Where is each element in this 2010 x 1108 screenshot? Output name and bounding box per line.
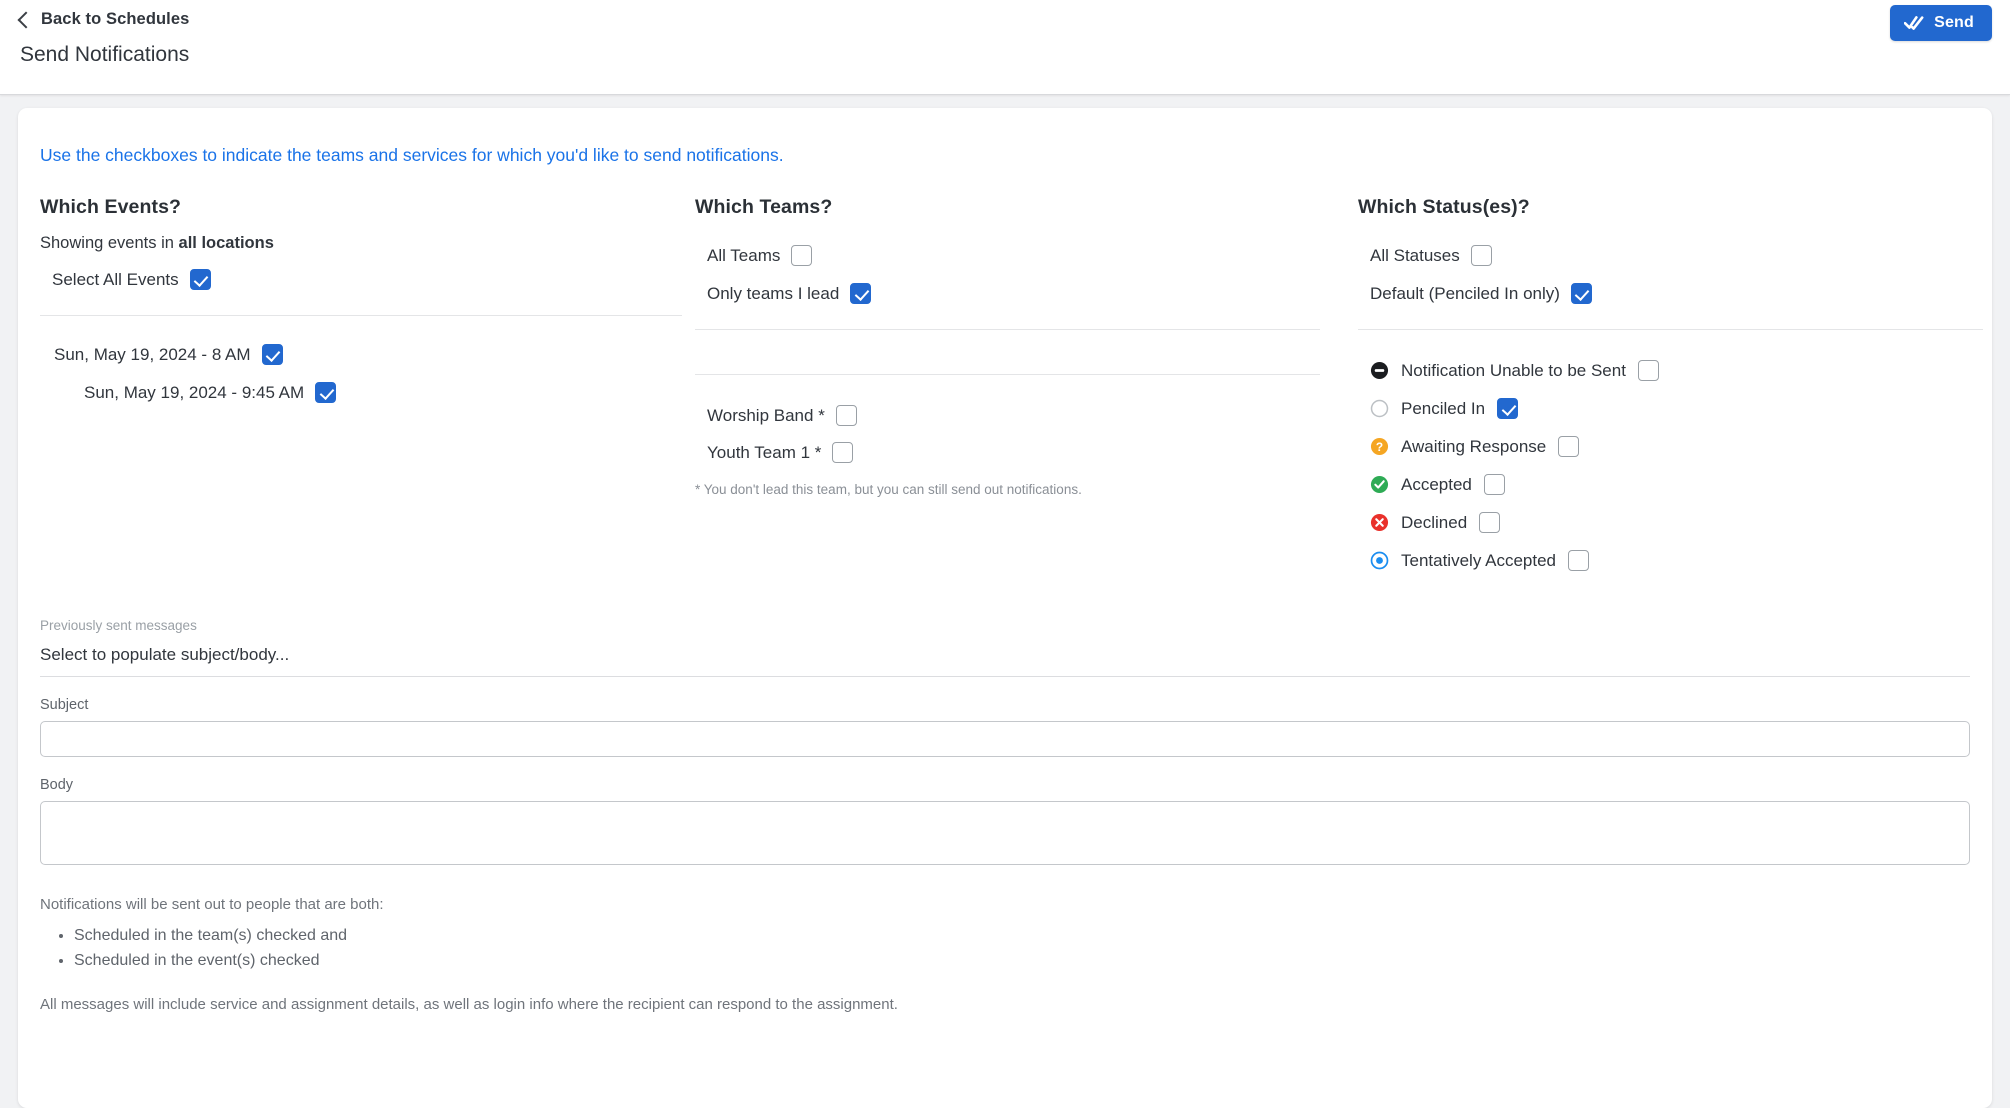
top-bar: Back to Schedules Send Notifications Sen… (0, 0, 2010, 95)
teams-divider-bottom (695, 374, 1320, 375)
status-checkbox-5[interactable] (1568, 550, 1589, 571)
chevron-left-icon (18, 11, 35, 28)
blocked-icon (1370, 361, 1389, 380)
subject-input[interactable] (40, 721, 1970, 757)
which-events-column: Which Events? Showing events in all loca… (40, 196, 692, 403)
radio-dot-icon (1370, 551, 1389, 570)
status-row-0[interactable]: Notification Unable to be Sent (1370, 360, 1992, 381)
which-statuses-heading: Which Status(es)? (1358, 196, 1992, 219)
only-teams-i-lead-row[interactable]: Only teams I lead (707, 283, 1329, 304)
statuses-divider (1358, 329, 1983, 330)
all-statuses-checkbox[interactable] (1471, 245, 1492, 266)
showing-events-location: all locations (179, 234, 274, 252)
status-row-3[interactable]: Accepted (1370, 474, 1992, 495)
status-label-1: Penciled In (1401, 399, 1485, 419)
notes-bullet-1: Scheduled in the event(s) checked (74, 952, 1970, 970)
previous-messages-select[interactable]: Select to populate subject/body... (40, 645, 1970, 677)
status-checkbox-1[interactable] (1497, 398, 1518, 419)
select-all-events-label: Select All Events (52, 270, 179, 290)
team-checkbox-0[interactable] (836, 405, 857, 426)
back-link-label: Back to Schedules (41, 10, 189, 29)
status-row-5[interactable]: Tentatively Accepted (1370, 550, 1992, 571)
default-status-row[interactable]: Default (Penciled In only) (1370, 283, 1992, 304)
page-title: Send Notifications (20, 43, 189, 67)
event-checkbox-1[interactable] (315, 382, 336, 403)
team-label-0: Worship Band * (707, 406, 825, 426)
back-to-schedules-link[interactable]: Back to Schedules (20, 10, 189, 29)
notes-block: Notifications will be sent out to people… (40, 896, 1970, 1013)
status-label-4: Declined (1401, 513, 1467, 533)
body-textarea[interactable] (40, 801, 1970, 865)
only-teams-i-lead-checkbox[interactable] (850, 283, 871, 304)
team-row-0[interactable]: Worship Band * (707, 405, 1329, 426)
svg-text:?: ? (1376, 440, 1383, 454)
status-row-4[interactable]: Declined (1370, 512, 1992, 533)
send-button-label: Send (1934, 14, 1974, 32)
status-row-1[interactable]: Penciled In (1370, 398, 1992, 419)
status-label-3: Accepted (1401, 475, 1472, 495)
status-row-2[interactable]: ? Awaiting Response (1370, 436, 1992, 457)
event-label-1: Sun, May 19, 2024 - 9:45 AM (84, 383, 304, 403)
notes-bullet-0: Scheduled in the team(s) checked and (74, 927, 1970, 945)
message-form: Previously sent messages Select to popul… (40, 618, 1970, 1013)
teams-divider-top (695, 329, 1320, 330)
which-statuses-column: Which Status(es)? All Statuses Default (… (1358, 196, 1992, 571)
status-checkbox-2[interactable] (1558, 436, 1579, 457)
event-row-1[interactable]: Sun, May 19, 2024 - 9:45 AM (84, 382, 692, 403)
intro-text: Use the checkboxes to indicate the teams… (40, 145, 784, 166)
all-teams-row[interactable]: All Teams (707, 245, 1329, 266)
which-teams-column: Which Teams? All Teams Only teams I lead… (695, 196, 1329, 497)
default-status-label: Default (Penciled In only) (1370, 284, 1560, 304)
showing-events-prefix: Showing events in (40, 234, 179, 252)
showing-events-text: Showing events in all locations (40, 234, 692, 253)
event-checkbox-0[interactable] (262, 344, 283, 365)
double-check-icon (1904, 15, 1924, 31)
send-button[interactable]: Send (1890, 5, 1992, 41)
all-teams-checkbox[interactable] (791, 245, 812, 266)
all-statuses-label: All Statuses (1370, 246, 1460, 266)
subject-label: Subject (40, 697, 1970, 713)
x-circle-icon (1370, 513, 1389, 532)
status-checkbox-4[interactable] (1479, 512, 1500, 533)
notes-list: Scheduled in the team(s) checked and Sch… (74, 927, 1970, 970)
which-teams-heading: Which Teams? (695, 196, 1329, 219)
check-circle-icon (1370, 475, 1389, 494)
event-label-0: Sun, May 19, 2024 - 8 AM (54, 345, 251, 365)
all-teams-label: All Teams (707, 246, 780, 266)
teams-footnote: * You don't lead this team, but you can … (695, 482, 1329, 497)
notifications-card: Use the checkboxes to indicate the teams… (18, 108, 1992, 1108)
team-row-1[interactable]: Youth Team 1 * (707, 442, 1329, 463)
status-checkbox-0[interactable] (1638, 360, 1659, 381)
status-checkbox-3[interactable] (1484, 474, 1505, 495)
team-label-1: Youth Team 1 * (707, 443, 821, 463)
only-teams-i-lead-label: Only teams I lead (707, 284, 839, 304)
status-label-0: Notification Unable to be Sent (1401, 361, 1626, 381)
which-events-heading: Which Events? (40, 196, 692, 219)
question-circle-icon: ? (1370, 437, 1389, 456)
team-checkbox-1[interactable] (832, 442, 853, 463)
select-all-events-checkbox[interactable] (190, 269, 211, 290)
circle-outline-icon (1370, 399, 1389, 418)
events-divider (40, 315, 682, 316)
event-row-0[interactable]: Sun, May 19, 2024 - 8 AM (54, 344, 692, 365)
all-statuses-row[interactable]: All Statuses (1370, 245, 1992, 266)
notes-intro: Notifications will be sent out to people… (40, 896, 1970, 913)
status-label-2: Awaiting Response (1401, 437, 1546, 457)
select-all-events-row[interactable]: Select All Events (52, 269, 692, 290)
previous-messages-caption: Previously sent messages (40, 618, 1970, 633)
default-status-checkbox[interactable] (1571, 283, 1592, 304)
body-label: Body (40, 777, 1970, 793)
notes-final: All messages will include service and as… (40, 996, 1970, 1013)
status-label-5: Tentatively Accepted (1401, 551, 1556, 571)
